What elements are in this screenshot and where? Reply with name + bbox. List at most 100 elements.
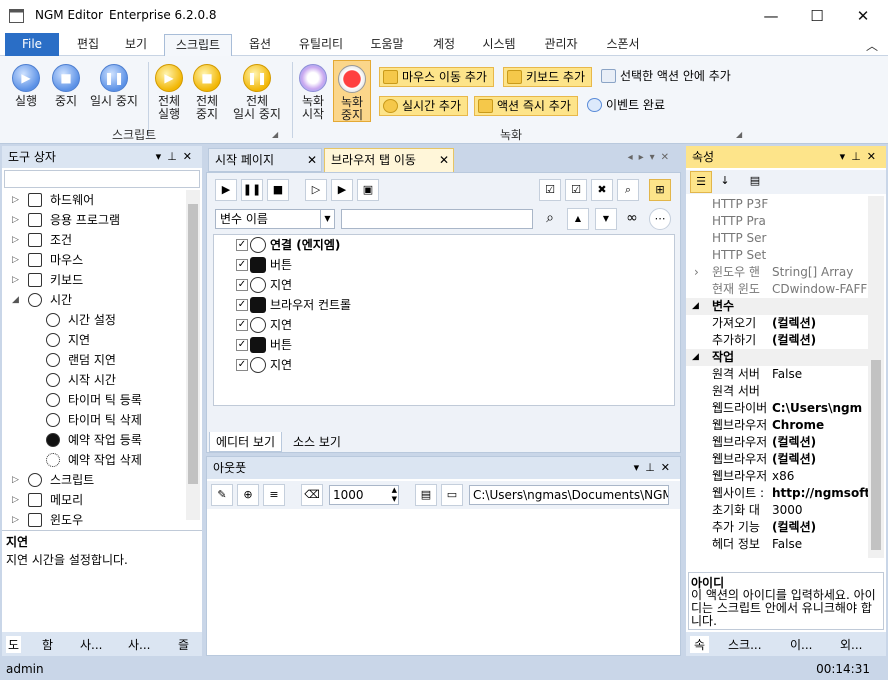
panel-tools-icon[interactable]: ▾⊥✕ [156, 146, 198, 168]
tab-account[interactable]: 계정 [424, 34, 464, 56]
tab-script[interactable]: 스크립트 [164, 34, 232, 56]
record-stop-button[interactable]: 녹화 중지 [333, 60, 371, 122]
tab-sponsor[interactable]: 스폰서 [598, 34, 648, 56]
search-icon[interactable]: ⌕ [539, 208, 561, 230]
close-tab-icon[interactable]: ✕ [439, 149, 449, 171]
property-row[interactable]: 추가 기능 (컬렉션) [686, 519, 868, 536]
panel-tools-icon[interactable]: ▾⊥✕ [840, 146, 882, 168]
tab-toolbox[interactable]: 도 [6, 636, 22, 653]
tab-admin[interactable]: 관리자 [536, 34, 586, 56]
delete-icon[interactable]: ✖ [591, 179, 613, 201]
stop-all-button[interactable]: ■ 전체 중지 [190, 64, 224, 121]
tab-image[interactable]: 이... [790, 636, 812, 653]
property-pages-icon[interactable]: ▤ [744, 171, 766, 193]
add-action-now-button[interactable]: 액션 즉시 추가 [474, 96, 578, 116]
property-category[interactable]: ◢ 변수 [686, 298, 868, 315]
stop-button[interactable]: ■ 중지 [48, 64, 84, 108]
tab-start-page[interactable]: 시작 페이지 ✕ [208, 148, 322, 172]
properties-scrollbar[interactable] [868, 196, 884, 558]
property-row[interactable]: 웹브라우저 Chrome [686, 417, 868, 434]
property-row[interactable]: 웹브라우저 (컬렉션) [686, 451, 868, 468]
maximize-button[interactable]: ☐ [794, 0, 840, 32]
property-row[interactable]: HTTP Pra [686, 213, 868, 230]
step-over-icon[interactable]: ▣ [357, 179, 379, 201]
step-into-icon[interactable]: ▶ [331, 179, 353, 201]
search-icon[interactable]: ⌕ [617, 179, 639, 201]
group-expander-icon[interactable]: ◢ [736, 130, 742, 139]
pause-all-button[interactable]: ❚❚ 전체 일시 중지 [228, 64, 286, 121]
tab-user-2[interactable]: 사... [128, 636, 150, 653]
close-tab-icon[interactable]: ✕ [307, 149, 317, 171]
minimize-button[interactable]: — [748, 0, 794, 32]
tab-nav-icons[interactable]: ◂▸▾✕ [628, 152, 675, 163]
tab-help[interactable]: 도움말 [362, 34, 412, 56]
property-row[interactable]: 웹브라우저 (컬렉션) [686, 434, 868, 451]
add-into-selected-button[interactable]: 선택한 액션 안에 추가 [598, 67, 737, 87]
tree-view-icon[interactable]: ⊞ [649, 179, 671, 201]
sort-az-icon[interactable]: ↓ [714, 171, 736, 193]
tab-editor-view[interactable]: 에디터 보기 [209, 432, 283, 452]
check-icon[interactable]: ☑ [565, 179, 587, 201]
move-up-icon[interactable]: ▲ [567, 208, 589, 230]
tab-script-info[interactable]: 스크... [728, 636, 762, 653]
add-realtime-button[interactable]: 실시간 추가 [379, 96, 469, 116]
property-row[interactable]: 웹사이트 : http://ngmsoft [686, 485, 868, 502]
group-expander-icon[interactable]: ◢ [272, 130, 278, 139]
property-row[interactable]: 헤더 정보 False [686, 536, 868, 553]
tab-utility[interactable]: 유틸리티 [290, 34, 352, 56]
property-row[interactable]: 웹브라우저 x86 [686, 468, 868, 485]
scrollbar-thumb[interactable] [871, 360, 881, 550]
collapse-arrow-icon[interactable]: ◢ [692, 349, 699, 366]
property-row[interactable]: HTTP Set [686, 247, 868, 264]
folder-icon[interactable]: ▭ [441, 484, 463, 506]
event-complete-button[interactable]: 이벤트 완료 [584, 96, 671, 116]
save-icon[interactable]: ▤ [415, 484, 437, 506]
step-icon[interactable]: ▷ [305, 179, 327, 201]
tab-source-view[interactable]: 소스 보기 [287, 432, 347, 452]
variable-search-input[interactable] [341, 209, 533, 229]
run-button[interactable]: ▶ 실행 [8, 64, 44, 108]
stepper-arrows-icon[interactable]: ▲ ▼ [392, 486, 397, 504]
property-row[interactable]: 현재 윈도 CDwindow-FAFF [686, 281, 868, 298]
property-category[interactable]: ◢ 작업 [686, 349, 868, 366]
tab-options[interactable]: 옵션 [240, 34, 280, 56]
ribbon-collapse-icon[interactable]: ︿ [866, 37, 878, 54]
expand-arrow-icon[interactable]: › [694, 264, 699, 281]
add-page-icon[interactable]: ⊕ [237, 484, 259, 506]
stop-icon[interactable]: ■ [267, 179, 289, 201]
toolbox-scrollbar[interactable] [186, 190, 200, 520]
tab-external[interactable]: 외... [840, 636, 862, 653]
tab-edit[interactable]: 편집 [68, 34, 108, 56]
menu-file[interactable]: File [5, 33, 59, 56]
property-row[interactable]: HTTP P3F [686, 196, 868, 213]
run-icon[interactable]: ▶ [215, 179, 237, 201]
collapse-arrow-icon[interactable]: ◢ [692, 298, 699, 315]
tab-system[interactable]: 시스템 [474, 34, 524, 56]
tab-user-1[interactable]: 사... [80, 636, 102, 653]
loop-icon[interactable]: ∞ [621, 208, 643, 230]
scrollbar-thumb[interactable] [188, 204, 198, 484]
property-row[interactable]: › 윈도우 핸 String[] Array [686, 264, 868, 281]
record-start-button[interactable]: 녹화 시작 [296, 64, 330, 121]
eraser-icon[interactable]: ⌫ [301, 484, 323, 506]
tab-view[interactable]: 보기 [116, 34, 156, 56]
tab-favorites[interactable]: 즐 [178, 636, 189, 653]
property-row[interactable]: 추가하기 (컬렉션) [686, 332, 868, 349]
property-row[interactable]: 원격 서버 False [686, 366, 868, 383]
toolbox-search-input[interactable] [4, 170, 200, 188]
more-icon[interactable]: ⋯ [649, 208, 671, 230]
categorized-icon[interactable]: ☰ [690, 171, 712, 193]
add-keyboard-button[interactable]: 키보드 추가 [503, 67, 593, 87]
variable-dropdown[interactable]: 변수 이름 ▼ [215, 209, 335, 229]
pause-button[interactable]: ❚❚ 일시 중지 [86, 64, 142, 108]
check-all-icon[interactable]: ☑ [539, 179, 561, 201]
clean-icon[interactable]: ✎ [211, 484, 233, 506]
run-all-button[interactable]: ▶ 전체 실행 [152, 64, 186, 121]
tab-functions[interactable]: 함 [42, 636, 53, 653]
panel-tools-icon[interactable]: ▾⊥✕ [634, 457, 676, 479]
pause-icon[interactable]: ❚❚ [241, 179, 263, 201]
property-row[interactable]: HTTP Ser [686, 230, 868, 247]
move-down-icon[interactable]: ▼ [595, 208, 617, 230]
tab-properties[interactable]: 속 [690, 636, 710, 653]
close-button[interactable]: ✕ [840, 0, 886, 32]
